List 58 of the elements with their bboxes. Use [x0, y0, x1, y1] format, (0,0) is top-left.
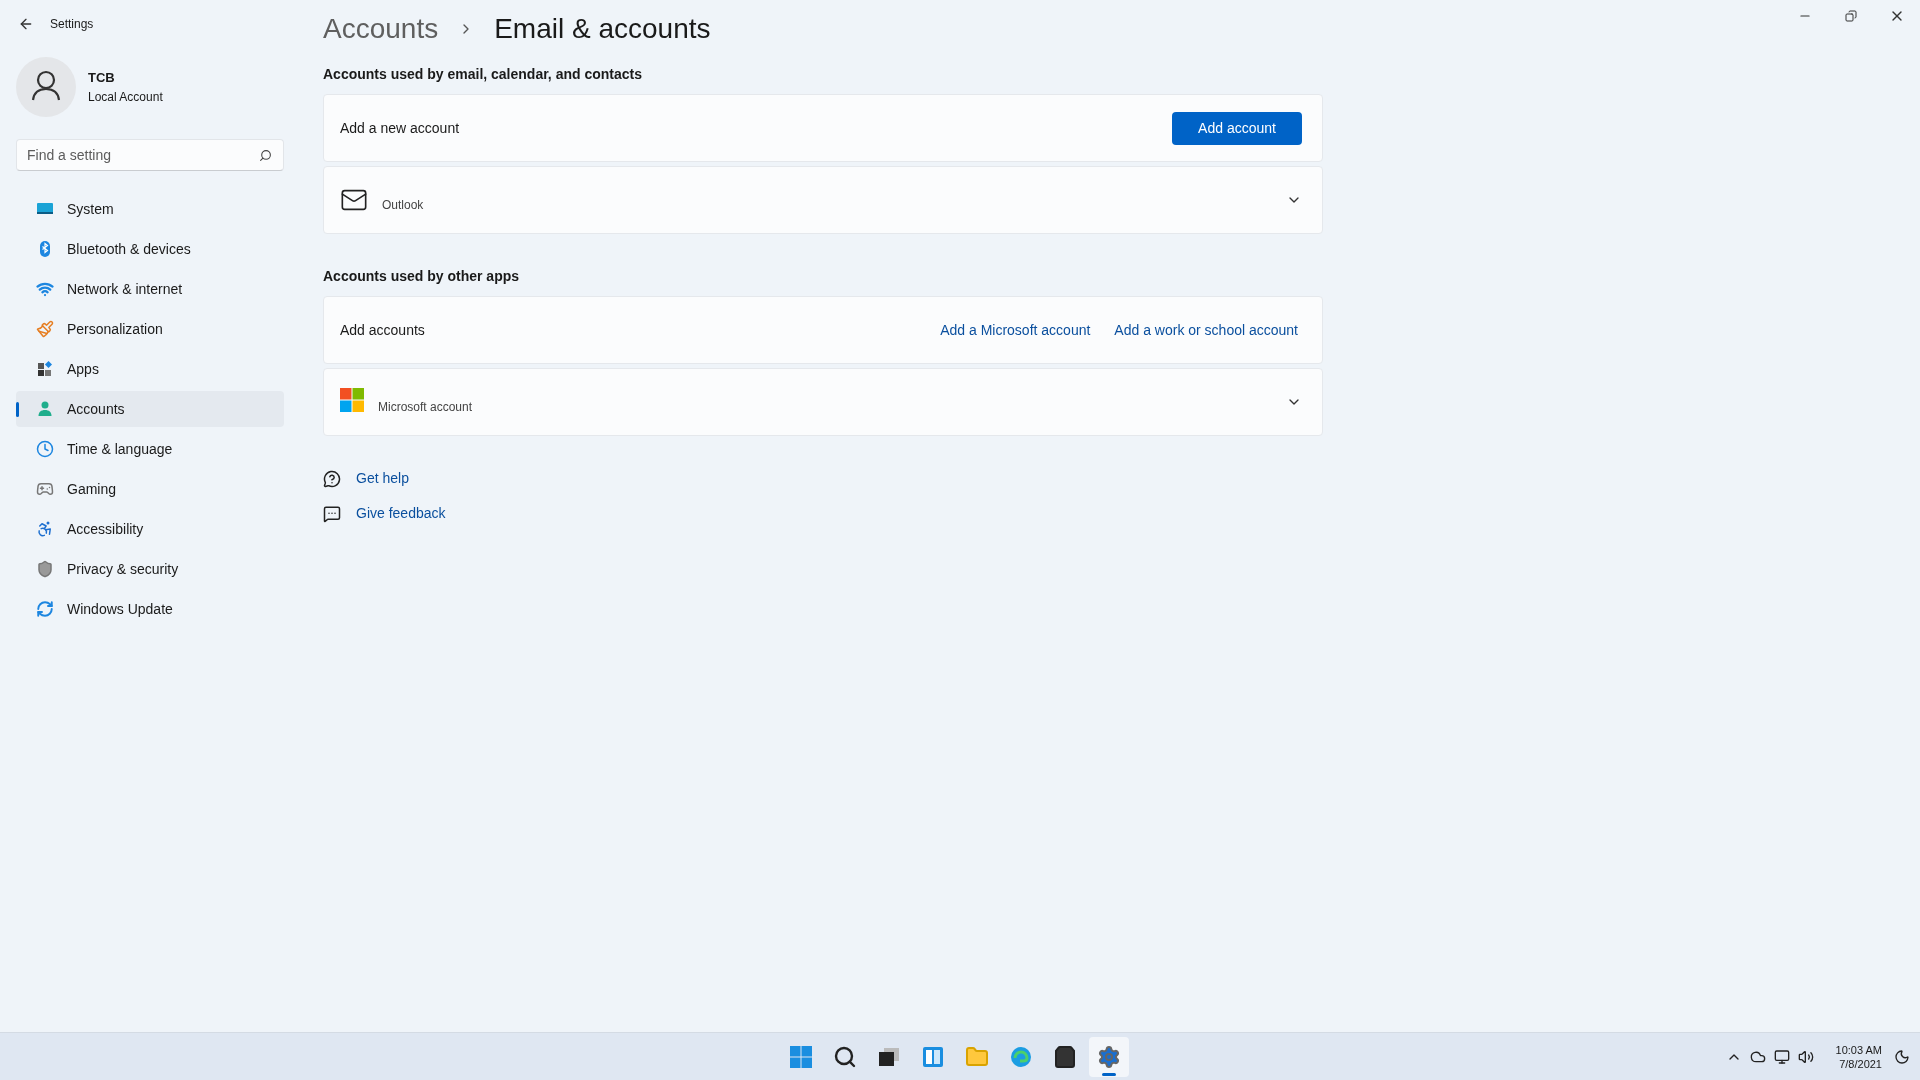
account-card[interactable]: Outlook [323, 166, 1323, 234]
folder-icon [965, 1044, 989, 1069]
account-card[interactable]: Microsoft account [323, 368, 1323, 436]
link[interactable]: Add a Microsoft account [940, 319, 1091, 341]
clock-icon [36, 440, 54, 458]
speaker-icon[interactable] [1797, 1048, 1814, 1065]
browser-icon [1009, 1044, 1033, 1069]
restore-icon [1845, 10, 1857, 22]
nav-item[interactable]: Network & internet [16, 271, 284, 307]
page-title: Email & accounts [494, 12, 711, 46]
window-title: Settings [50, 16, 94, 33]
nav-item[interactable]: Windows Update [16, 591, 284, 627]
section-heading: Accounts used by email, calendar, and contacts [323, 65, 643, 84]
clock-date[interactable]: 7/8/2021 [1839, 1056, 1882, 1071]
avatar-icon [16, 57, 76, 117]
active-indicator [1102, 1072, 1116, 1076]
section-heading: Accounts used by other apps [323, 267, 521, 286]
help-icon [323, 469, 341, 488]
add-account-button[interactable]: Add account [1172, 111, 1302, 145]
nav-item[interactable]: Accessibility [16, 511, 284, 547]
help-link[interactable]: Get help [356, 468, 409, 489]
windows-logo-icon [789, 1044, 813, 1069]
gear-icon [1097, 1044, 1121, 1069]
person-icon [36, 400, 54, 418]
link[interactable]: Add a work or school account [1114, 319, 1298, 341]
user-name: TCB [88, 69, 116, 88]
account-provider: Microsoft account [378, 399, 473, 416]
nav-item[interactable]: Gaming [16, 471, 284, 507]
four-squares-logo-icon [340, 388, 364, 412]
search-icon [833, 1044, 857, 1069]
widgets-icon [921, 1044, 945, 1069]
row-label: Add a new account [340, 118, 460, 138]
nav-item[interactable]: Accounts [16, 391, 284, 427]
nav-item[interactable]: Time & language [16, 431, 284, 467]
nav-item[interactable]: Privacy & security [16, 551, 284, 587]
paintbrush-icon [36, 320, 54, 338]
refresh-icon [36, 600, 54, 618]
moon-icon[interactable] [1894, 1048, 1910, 1065]
account-type: Local Account [88, 88, 163, 106]
row-label: Add accounts [340, 320, 425, 340]
selection-indicator [16, 402, 19, 417]
accessibility-icon [36, 520, 54, 538]
search-field[interactable]: Find a setting [16, 139, 284, 171]
search-icon [259, 149, 272, 162]
nav-item[interactable]: Apps [16, 351, 284, 387]
clock-time[interactable]: 10:03 AM [1835, 1042, 1882, 1057]
gamepad-icon [36, 480, 54, 498]
wifi-icon [36, 280, 54, 298]
account-provider: Outlook [382, 197, 424, 214]
feedback-icon [323, 504, 341, 523]
nav-item[interactable]: System [16, 191, 284, 227]
help-link[interactable]: Give feedback [356, 503, 446, 524]
shopping-bag-icon [1053, 1044, 1077, 1069]
nav-item[interactable]: Bluetooth & devices [16, 231, 284, 267]
breadcrumb-parent[interactable]: Accounts [323, 8, 439, 50]
apps-icon [36, 360, 54, 378]
shield-icon [36, 560, 54, 578]
nav-item[interactable]: Personalization [16, 311, 284, 347]
